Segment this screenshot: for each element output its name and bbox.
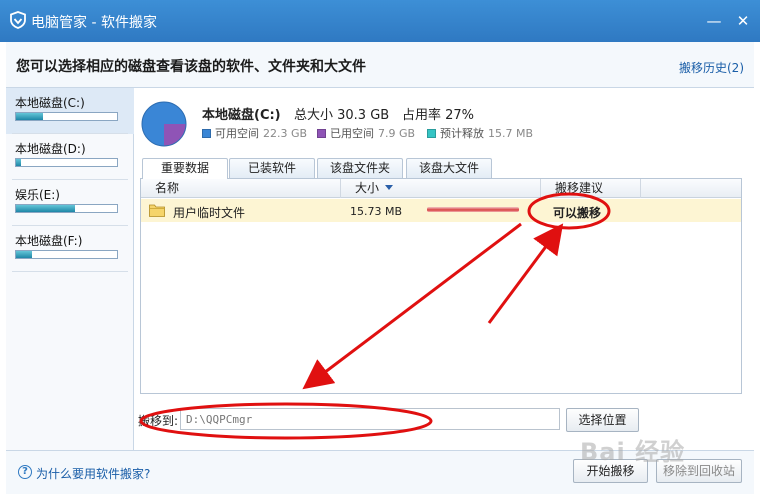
legend-label: 预计释放 xyxy=(440,127,484,140)
disk-label: 本地磁盘(C:) xyxy=(15,96,85,110)
footer: ? 为什么要用软件搬家? 开始搬移 移除到回收站 xyxy=(6,450,754,494)
start-move-button[interactable]: 开始搬移 xyxy=(573,459,648,483)
disk-usage-fill xyxy=(16,159,22,166)
divider xyxy=(12,271,128,272)
column-header-size[interactable]: 大小 xyxy=(341,179,541,198)
legend-swatch xyxy=(427,129,436,138)
disk-sidebar: 本地磁盘(C:) 本地磁盘(D:) 娱乐(E:) 本地磁盘(F:) xyxy=(6,88,134,450)
disk-usage-fill xyxy=(16,205,75,212)
choose-location-button[interactable]: 选择位置 xyxy=(566,408,639,432)
legend-swatch xyxy=(317,129,326,138)
tab-important-data[interactable]: 重要数据 xyxy=(142,158,228,179)
legend-label: 可用空间 xyxy=(215,127,259,140)
file-size: 15.73 MB xyxy=(350,205,403,218)
column-header-advice[interactable]: 搬移建议 xyxy=(541,179,641,198)
window-title: 电脑管家 - 软件搬家 xyxy=(31,15,157,31)
sidebar-item-disk-f[interactable]: 本地磁盘(F:) xyxy=(6,226,134,272)
table-header: 名称 大小 搬移建议 xyxy=(141,179,741,198)
question-icon: ? xyxy=(18,465,32,479)
tab-disk-large-files[interactable]: 该盘大文件 xyxy=(406,158,492,178)
legend-release-space: 预计释放 15.7 MB xyxy=(427,125,533,141)
column-header-size-label: 大小 xyxy=(355,181,380,195)
sidebar-item-disk-c[interactable]: 本地磁盘(C:) xyxy=(6,88,134,134)
legend-used-space: 已用空间 7.9 GB xyxy=(317,125,415,141)
disk-usage-fill xyxy=(16,113,44,120)
header: 您可以选择相应的磁盘查看该盘的软件、文件夹和大文件 搬移历史(2) xyxy=(6,42,754,88)
legend-free-space: 可用空间 22.3 GB xyxy=(202,125,307,141)
legend-label: 已用空间 xyxy=(330,127,374,140)
main-panel: 本地磁盘(C:) 总大小 30.3 GB 占用率 27% 可用空间 22.3 GB… xyxy=(134,88,754,450)
file-table: 名称 大小 搬移建议 用户临时文件 15.73 MB 可以搬移 xyxy=(140,178,742,394)
redaction-mark xyxy=(427,207,519,212)
disk-usage-bar xyxy=(15,204,118,213)
move-history-link[interactable]: 搬移历史(2) xyxy=(679,59,744,76)
move-to-label: 搬移到: xyxy=(138,414,179,428)
folder-icon xyxy=(149,204,165,217)
disk-usage-bar xyxy=(15,112,118,121)
move-advice: 可以搬移 xyxy=(553,206,602,220)
file-name: 用户临时文件 xyxy=(173,206,246,220)
move-destination-input[interactable] xyxy=(180,408,560,430)
legend-value: 7.9 GB xyxy=(378,127,416,140)
legend-value: 15.7 MB xyxy=(488,127,534,140)
title-bar: 电脑管家 - 软件搬家 — ✕ xyxy=(0,0,760,42)
table-row[interactable]: 用户临时文件 15.73 MB 可以搬移 xyxy=(141,199,741,222)
close-button[interactable]: ✕ xyxy=(733,11,753,31)
minimize-button[interactable]: — xyxy=(704,11,724,31)
disk-pie-icon xyxy=(141,101,187,147)
disk-label: 本地磁盘(D:) xyxy=(15,142,86,156)
shield-logo-icon xyxy=(10,11,26,29)
disk-usage-fill xyxy=(16,251,33,258)
sidebar-item-disk-d[interactable]: 本地磁盘(D:) xyxy=(6,134,134,180)
disk-usage-rate: 占用率 27% xyxy=(402,108,475,123)
legend-swatch xyxy=(202,129,211,138)
disk-usage-bar xyxy=(15,158,118,167)
disk-usage-bar xyxy=(15,250,118,259)
sort-down-icon xyxy=(385,185,394,190)
why-software-move-link[interactable]: 为什么要用软件搬家? xyxy=(36,465,150,482)
tab-disk-folders[interactable]: 该盘文件夹 xyxy=(317,158,403,178)
disk-total-size: 总大小 30.3 GB xyxy=(294,108,390,123)
disk-label: 本地磁盘(F:) xyxy=(15,234,83,248)
remove-to-recycle-bin-button[interactable]: 移除到回收站 xyxy=(656,459,742,483)
disk-name: 本地磁盘(C:) xyxy=(202,108,281,123)
column-header-name[interactable]: 名称 xyxy=(141,179,341,198)
legend-value: 22.3 GB xyxy=(263,127,308,140)
page-heading: 您可以选择相应的磁盘查看该盘的软件、文件夹和大文件 xyxy=(16,59,366,75)
tab-installed-software[interactable]: 已装软件 xyxy=(229,158,315,178)
sidebar-item-disk-e[interactable]: 娱乐(E:) xyxy=(6,180,134,226)
disk-label: 娱乐(E:) xyxy=(15,188,60,202)
